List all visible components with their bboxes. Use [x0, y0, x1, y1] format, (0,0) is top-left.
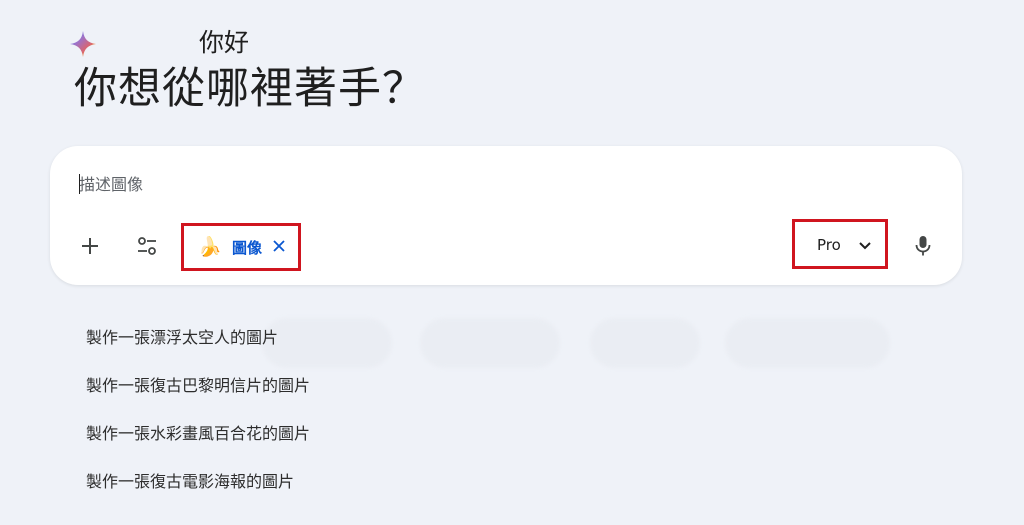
greeting-hello: 你好: [199, 28, 250, 57]
tools-button[interactable]: [130, 229, 164, 263]
plus-icon: [82, 238, 98, 254]
close-icon: [273, 240, 285, 252]
model-label: Pro: [817, 236, 841, 254]
faded-chip: [725, 318, 890, 368]
text-caret: [79, 174, 80, 194]
suggestion-item[interactable]: 製作一張復古巴黎明信片的圖片: [86, 375, 310, 397]
gemini-home: 你好 你想從哪裡著手？ 🍌 圖像: [0, 0, 1024, 525]
suggestion-item[interactable]: 製作一張水彩畫風百合花的圖片: [86, 423, 310, 445]
faded-chip: [262, 318, 392, 368]
image-tool-chip[interactable]: 🍌 圖像: [181, 223, 301, 271]
faded-chip: [590, 318, 700, 368]
image-tool-label: 圖像: [232, 238, 263, 257]
suggestion-item[interactable]: 製作一張漂浮太空人的圖片: [86, 327, 278, 349]
microphone-button[interactable]: [906, 229, 940, 263]
suggestion-item[interactable]: 製作一張復古電影海報的圖片: [86, 471, 294, 493]
mic-icon: [915, 236, 931, 256]
prompt-input[interactable]: [79, 170, 779, 198]
chevron-down-icon: [859, 242, 871, 250]
greeting-question: 你想從哪裡著手？: [74, 64, 426, 114]
banana-icon: 🍌: [198, 236, 222, 258]
model-selector[interactable]: Pro: [792, 219, 888, 269]
remove-tool-button[interactable]: [270, 237, 288, 255]
faded-chip: [420, 318, 560, 368]
add-button[interactable]: [73, 229, 107, 263]
prompt-card: 🍌 圖像 Pro: [50, 146, 962, 285]
gemini-spark-icon: [70, 31, 96, 57]
tune-icon: [138, 237, 156, 255]
